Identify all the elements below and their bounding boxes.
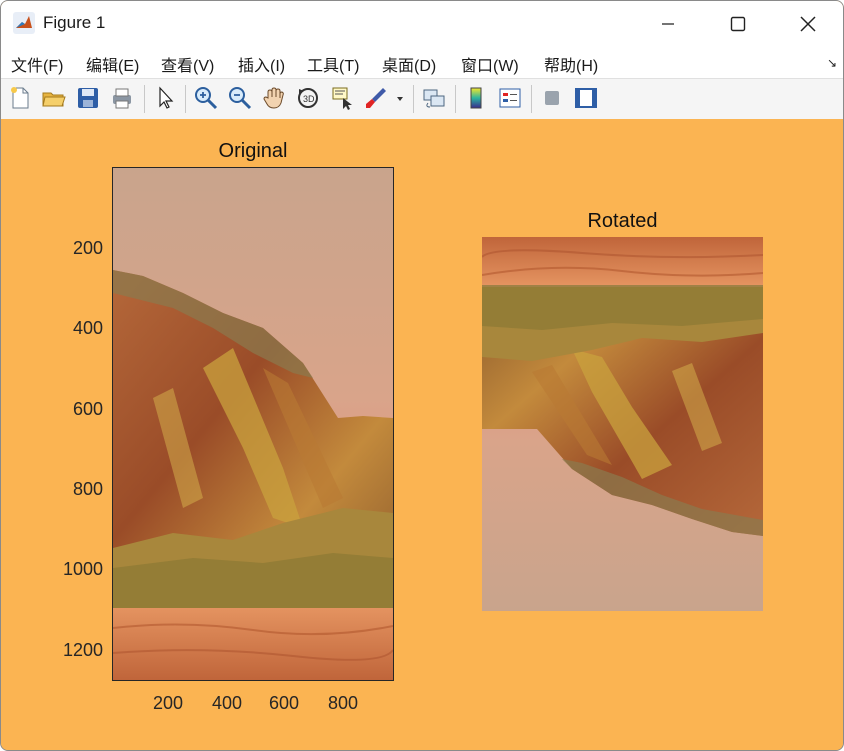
pan-button[interactable] bbox=[261, 85, 287, 111]
matlab-logo-icon bbox=[13, 12, 35, 34]
data-cursor-icon bbox=[332, 87, 352, 110]
toolbar-separator bbox=[185, 85, 186, 113]
link-plot-icon bbox=[423, 89, 445, 108]
hide-plot-tools-button[interactable] bbox=[539, 85, 565, 111]
svg-text:3D: 3D bbox=[303, 94, 315, 104]
menu-window[interactable]: 窗口(W) bbox=[461, 52, 519, 76]
xtick-label: 200 bbox=[153, 693, 184, 713]
maximize-icon bbox=[730, 16, 746, 31]
rotated-landscape-image bbox=[482, 237, 763, 611]
menu-desktop[interactable]: 桌面(D) bbox=[382, 52, 436, 76]
ytick-label: 400 bbox=[72, 318, 103, 338]
ytick-label: 200 bbox=[72, 238, 103, 258]
rotate-3d-button[interactable]: 3D bbox=[295, 85, 321, 111]
rotate-3d-icon: 3D bbox=[298, 88, 318, 108]
menu-help[interactable]: 帮助(H) bbox=[544, 52, 598, 76]
edit-plot-icon bbox=[159, 86, 174, 109]
ytick-label: 600 bbox=[72, 399, 103, 419]
toolbar-separator bbox=[413, 85, 414, 113]
axes-rotated[interactable] bbox=[482, 237, 763, 611]
maximize-button[interactable] bbox=[703, 1, 773, 46]
data-cursor-button[interactable] bbox=[329, 85, 355, 111]
ytick-label: 800 bbox=[72, 479, 103, 499]
window-title: Figure 1 bbox=[43, 13, 106, 32]
zoom-out-button[interactable] bbox=[227, 85, 253, 111]
figure-toolbar: 3D bbox=[1, 78, 843, 120]
xtick-label: 800 bbox=[328, 693, 359, 713]
edit-plot-button[interactable] bbox=[153, 85, 179, 111]
menu-file[interactable]: 文件(F) bbox=[11, 52, 63, 76]
ytick-label: 1200 bbox=[62, 640, 103, 660]
minimize-icon bbox=[662, 22, 674, 25]
zoom-out-icon bbox=[229, 87, 252, 110]
toolbar-separator bbox=[455, 85, 456, 113]
zoom-in-button[interactable] bbox=[193, 85, 219, 111]
subplot-original-title: Original bbox=[218, 140, 288, 162]
brush-icon bbox=[366, 88, 386, 108]
xtick-label: 400 bbox=[212, 693, 243, 713]
subplot-rotated-title: Rotated bbox=[587, 210, 658, 232]
hide-plot-tools-icon bbox=[545, 91, 559, 105]
open-file-icon bbox=[42, 92, 66, 107]
figure-canvas: Original 200 400 600 800 1000 1200 200 4… bbox=[1, 119, 843, 750]
close-button[interactable] bbox=[773, 1, 843, 46]
save-button[interactable] bbox=[75, 85, 101, 111]
insert-legend-button[interactable] bbox=[497, 85, 523, 111]
menu-insert[interactable]: 插入(I) bbox=[238, 52, 285, 76]
insert-colorbar-icon bbox=[470, 87, 482, 109]
original-landscape-image bbox=[113, 168, 393, 680]
ytick-label: 1000 bbox=[62, 559, 103, 579]
brush-dropdown[interactable] bbox=[393, 85, 407, 111]
print-button[interactable] bbox=[109, 85, 135, 111]
close-icon bbox=[800, 15, 816, 32]
link-plot-button[interactable] bbox=[421, 85, 447, 111]
menu-tools[interactable]: 工具(T) bbox=[307, 52, 359, 76]
insert-colorbar-button[interactable] bbox=[463, 85, 489, 111]
new-figure-button[interactable] bbox=[7, 85, 33, 111]
menu-view[interactable]: 查看(V) bbox=[161, 52, 214, 76]
menu-bar: 文件(F) 编辑(E) 查看(V) 插入(I) 工具(T) 桌面(D) 窗口(W… bbox=[1, 46, 843, 78]
open-file-button[interactable] bbox=[41, 85, 67, 111]
save-icon bbox=[78, 88, 98, 108]
xtick-label: 600 bbox=[269, 693, 300, 713]
insert-legend-icon bbox=[499, 88, 521, 108]
minimize-button[interactable] bbox=[633, 1, 703, 46]
print-icon bbox=[113, 88, 131, 109]
toolbar-separator bbox=[531, 85, 532, 113]
menu-edit[interactable]: 编辑(E) bbox=[86, 52, 139, 76]
brush-button[interactable] bbox=[363, 85, 389, 111]
zoom-in-icon bbox=[195, 87, 218, 110]
toolbar-separator bbox=[144, 85, 145, 113]
dock-arrow-icon[interactable]: ↘ bbox=[827, 56, 837, 70]
chevron-down-icon bbox=[397, 97, 403, 101]
new-figure-icon bbox=[11, 87, 29, 109]
show-plot-tools-icon bbox=[575, 88, 597, 108]
show-plot-tools-button[interactable] bbox=[573, 85, 599, 111]
title-bar: Figure 1 bbox=[1, 1, 843, 46]
pan-icon bbox=[263, 87, 284, 109]
figure-window: Figure 1 文件(F) 编辑(E) 查看(V) 插入(I) 工具(T) 桌… bbox=[0, 0, 844, 751]
axes-original[interactable] bbox=[112, 167, 394, 681]
